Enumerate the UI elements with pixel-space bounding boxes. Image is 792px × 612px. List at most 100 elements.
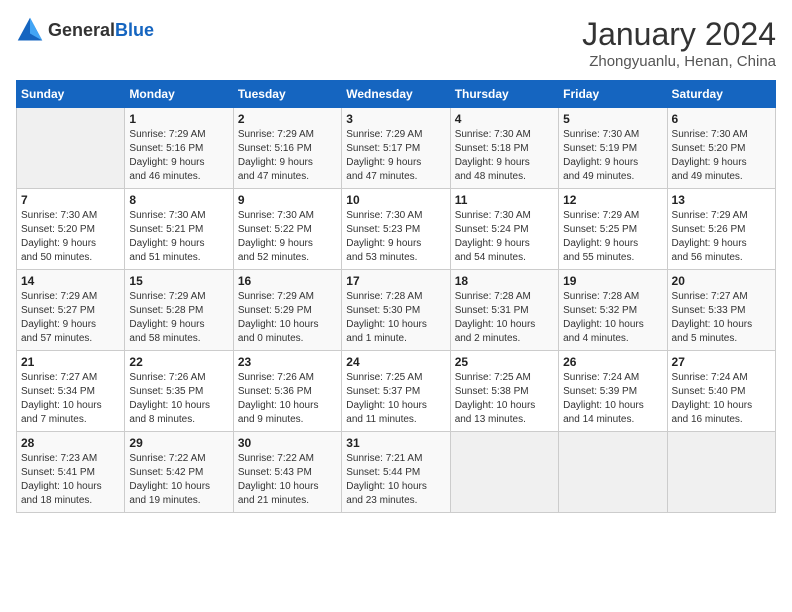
- day-number: 26: [563, 355, 662, 369]
- calendar-cell: 21Sunrise: 7:27 AM Sunset: 5:34 PM Dayli…: [17, 351, 125, 432]
- logo-icon: [16, 16, 44, 44]
- day-info: Sunrise: 7:24 AM Sunset: 5:39 PM Dayligh…: [563, 371, 662, 427]
- day-number: 16: [238, 274, 337, 288]
- calendar-cell: 13 Sunrise: 7:29 AM Sunset: 5:26 PM Dayli…: [667, 189, 775, 270]
- calendar-cell: 17 Sunrise: 7:28 AM Sunset: 5:30 PM Dayli…: [342, 270, 450, 351]
- calendar-cell: 14 Sunrise: 7:29 AM Sunset: 5:27 PM Dayli…: [17, 270, 125, 351]
- calendar-cell: 18 Sunrise: 7:28 AM Sunset: 5:31 PM Dayli…: [450, 270, 558, 351]
- day-number: 22: [129, 355, 228, 369]
- month-title: January 2024: [582, 16, 776, 53]
- day-info: Sunrise: 7:30 AM Sunset: 5:20 PM Dayligh…: [21, 209, 120, 265]
- logo: GeneralBlue: [16, 16, 154, 44]
- weekday-header-friday: Friday: [559, 81, 667, 108]
- calendar-cell: [450, 432, 558, 513]
- day-info: Sunrise: 7:21 AM Sunset: 5:44 PM Dayligh…: [346, 452, 445, 508]
- day-info: Sunrise: 7:25 AM Sunset: 5:38 PM Dayligh…: [455, 371, 554, 427]
- day-info: Sunrise: 7:23 AM Sunset: 5:41 PM Dayligh…: [21, 452, 120, 508]
- day-info: Sunrise: 7:29 AM Sunset: 5:25 PM Dayligh…: [563, 209, 662, 265]
- calendar-cell: 26 Sunrise: 7:24 AM Sunset: 5:39 PM Dayli…: [559, 351, 667, 432]
- logo-text-blue: Blue: [115, 20, 154, 40]
- day-number: 9: [238, 193, 337, 207]
- day-number: 20: [672, 274, 771, 288]
- calendar-cell: 29 Sunrise: 7:22 AM Sunset: 5:42 PM Dayli…: [125, 432, 233, 513]
- day-number: 18: [455, 274, 554, 288]
- day-info: Sunrise: 7:29 AM Sunset: 5:17 PM Dayligh…: [346, 128, 445, 184]
- day-number: 7: [21, 193, 120, 207]
- calendar-cell: 20 Sunrise: 7:27 AM Sunset: 5:33 PM Dayli…: [667, 270, 775, 351]
- day-number: 5: [563, 112, 662, 126]
- calendar-cell: 16 Sunrise: 7:29 AM Sunset: 5:29 PM Dayli…: [233, 270, 341, 351]
- calendar-cell: 9 Sunrise: 7:30 AM Sunset: 5:22 PM Daylig…: [233, 189, 341, 270]
- day-info: Sunrise: 7:30 AM Sunset: 5:22 PM Dayligh…: [238, 209, 337, 265]
- day-info: Sunrise: 7:27 AM Sunset: 5:33 PM Dayligh…: [672, 290, 771, 346]
- day-number: 21: [21, 355, 120, 369]
- calendar-cell: [559, 432, 667, 513]
- day-number: 19: [563, 274, 662, 288]
- day-info: Sunrise: 7:29 AM Sunset: 5:16 PM Dayligh…: [238, 128, 337, 184]
- calendar-cell: 2Sunrise: 7:29 AM Sunset: 5:16 PM Daylig…: [233, 108, 341, 189]
- day-number: 6: [672, 112, 771, 126]
- day-info: Sunrise: 7:22 AM Sunset: 5:42 PM Dayligh…: [129, 452, 228, 508]
- day-number: 4: [455, 112, 554, 126]
- weekday-header-tuesday: Tuesday: [233, 81, 341, 108]
- day-info: Sunrise: 7:24 AM Sunset: 5:40 PM Dayligh…: [672, 371, 771, 427]
- day-info: Sunrise: 7:28 AM Sunset: 5:31 PM Dayligh…: [455, 290, 554, 346]
- day-info: Sunrise: 7:30 AM Sunset: 5:21 PM Dayligh…: [129, 209, 228, 265]
- calendar-cell: 27 Sunrise: 7:24 AM Sunset: 5:40 PM Dayli…: [667, 351, 775, 432]
- day-info: Sunrise: 7:26 AM Sunset: 5:35 PM Dayligh…: [129, 371, 228, 427]
- calendar-cell: [17, 108, 125, 189]
- calendar-cell: 11 Sunrise: 7:30 AM Sunset: 5:24 PM Dayli…: [450, 189, 558, 270]
- day-number: 3: [346, 112, 445, 126]
- calendar-cell: 31 Sunrise: 7:21 AM Sunset: 5:44 PM Dayli…: [342, 432, 450, 513]
- calendar-cell: 12 Sunrise: 7:29 AM Sunset: 5:25 PM Dayli…: [559, 189, 667, 270]
- day-info: Sunrise: 7:29 AM Sunset: 5:29 PM Dayligh…: [238, 290, 337, 346]
- day-number: 30: [238, 436, 337, 450]
- day-info: Sunrise: 7:26 AM Sunset: 5:36 PM Dayligh…: [238, 371, 337, 427]
- logo-text-general: General: [48, 20, 115, 40]
- weekday-header-saturday: Saturday: [667, 81, 775, 108]
- day-number: 13: [672, 193, 771, 207]
- day-number: 25: [455, 355, 554, 369]
- day-number: 29: [129, 436, 228, 450]
- day-info: Sunrise: 7:25 AM Sunset: 5:37 PM Dayligh…: [346, 371, 445, 427]
- calendar-cell: 28Sunrise: 7:23 AM Sunset: 5:41 PM Dayli…: [17, 432, 125, 513]
- day-info: Sunrise: 7:30 AM Sunset: 5:18 PM Dayligh…: [455, 128, 554, 184]
- day-info: Sunrise: 7:30 AM Sunset: 5:24 PM Dayligh…: [455, 209, 554, 265]
- calendar-cell: 25 Sunrise: 7:25 AM Sunset: 5:38 PM Dayli…: [450, 351, 558, 432]
- day-number: 11: [455, 193, 554, 207]
- calendar-cell: 7 Sunrise: 7:30 AM Sunset: 5:20 PM Daylig…: [17, 189, 125, 270]
- calendar-cell: 19 Sunrise: 7:28 AM Sunset: 5:32 PM Dayli…: [559, 270, 667, 351]
- weekday-header-sunday: Sunday: [17, 81, 125, 108]
- day-number: 8: [129, 193, 228, 207]
- calendar-cell: 15Sunrise: 7:29 AM Sunset: 5:28 PM Dayli…: [125, 270, 233, 351]
- calendar-cell: 10 Sunrise: 7:30 AM Sunset: 5:23 PM Dayli…: [342, 189, 450, 270]
- calendar-cell: 4 Sunrise: 7:30 AM Sunset: 5:18 PM Daylig…: [450, 108, 558, 189]
- day-info: Sunrise: 7:30 AM Sunset: 5:19 PM Dayligh…: [563, 128, 662, 184]
- day-number: 10: [346, 193, 445, 207]
- page-header: GeneralBlue January 2024 Zhongyuanlu, He…: [16, 16, 776, 70]
- day-info: Sunrise: 7:29 AM Sunset: 5:27 PM Dayligh…: [21, 290, 120, 346]
- title-block: January 2024 Zhongyuanlu, Henan, China: [582, 16, 776, 70]
- day-number: 31: [346, 436, 445, 450]
- calendar-cell: 24Sunrise: 7:25 AM Sunset: 5:37 PM Dayli…: [342, 351, 450, 432]
- calendar-cell: [667, 432, 775, 513]
- weekday-header-thursday: Thursday: [450, 81, 558, 108]
- day-info: Sunrise: 7:28 AM Sunset: 5:32 PM Dayligh…: [563, 290, 662, 346]
- calendar-cell: 1Sunrise: 7:29 AM Sunset: 5:16 PM Daylig…: [125, 108, 233, 189]
- day-info: Sunrise: 7:28 AM Sunset: 5:30 PM Dayligh…: [346, 290, 445, 346]
- calendar-table: SundayMondayTuesdayWednesdayThursdayFrid…: [16, 80, 776, 513]
- day-info: Sunrise: 7:30 AM Sunset: 5:23 PM Dayligh…: [346, 209, 445, 265]
- day-number: 17: [346, 274, 445, 288]
- day-info: Sunrise: 7:30 AM Sunset: 5:20 PM Dayligh…: [672, 128, 771, 184]
- day-number: 27: [672, 355, 771, 369]
- calendar-cell: 5 Sunrise: 7:30 AM Sunset: 5:19 PM Daylig…: [559, 108, 667, 189]
- day-info: Sunrise: 7:29 AM Sunset: 5:28 PM Dayligh…: [129, 290, 228, 346]
- calendar-cell: 30 Sunrise: 7:22 AM Sunset: 5:43 PM Dayli…: [233, 432, 341, 513]
- calendar-cell: 8 Sunrise: 7:30 AM Sunset: 5:21 PM Daylig…: [125, 189, 233, 270]
- day-number: 12: [563, 193, 662, 207]
- day-number: 1: [129, 112, 228, 126]
- day-info: Sunrise: 7:22 AM Sunset: 5:43 PM Dayligh…: [238, 452, 337, 508]
- day-number: 14: [21, 274, 120, 288]
- weekday-header-monday: Monday: [125, 81, 233, 108]
- day-info: Sunrise: 7:29 AM Sunset: 5:26 PM Dayligh…: [672, 209, 771, 265]
